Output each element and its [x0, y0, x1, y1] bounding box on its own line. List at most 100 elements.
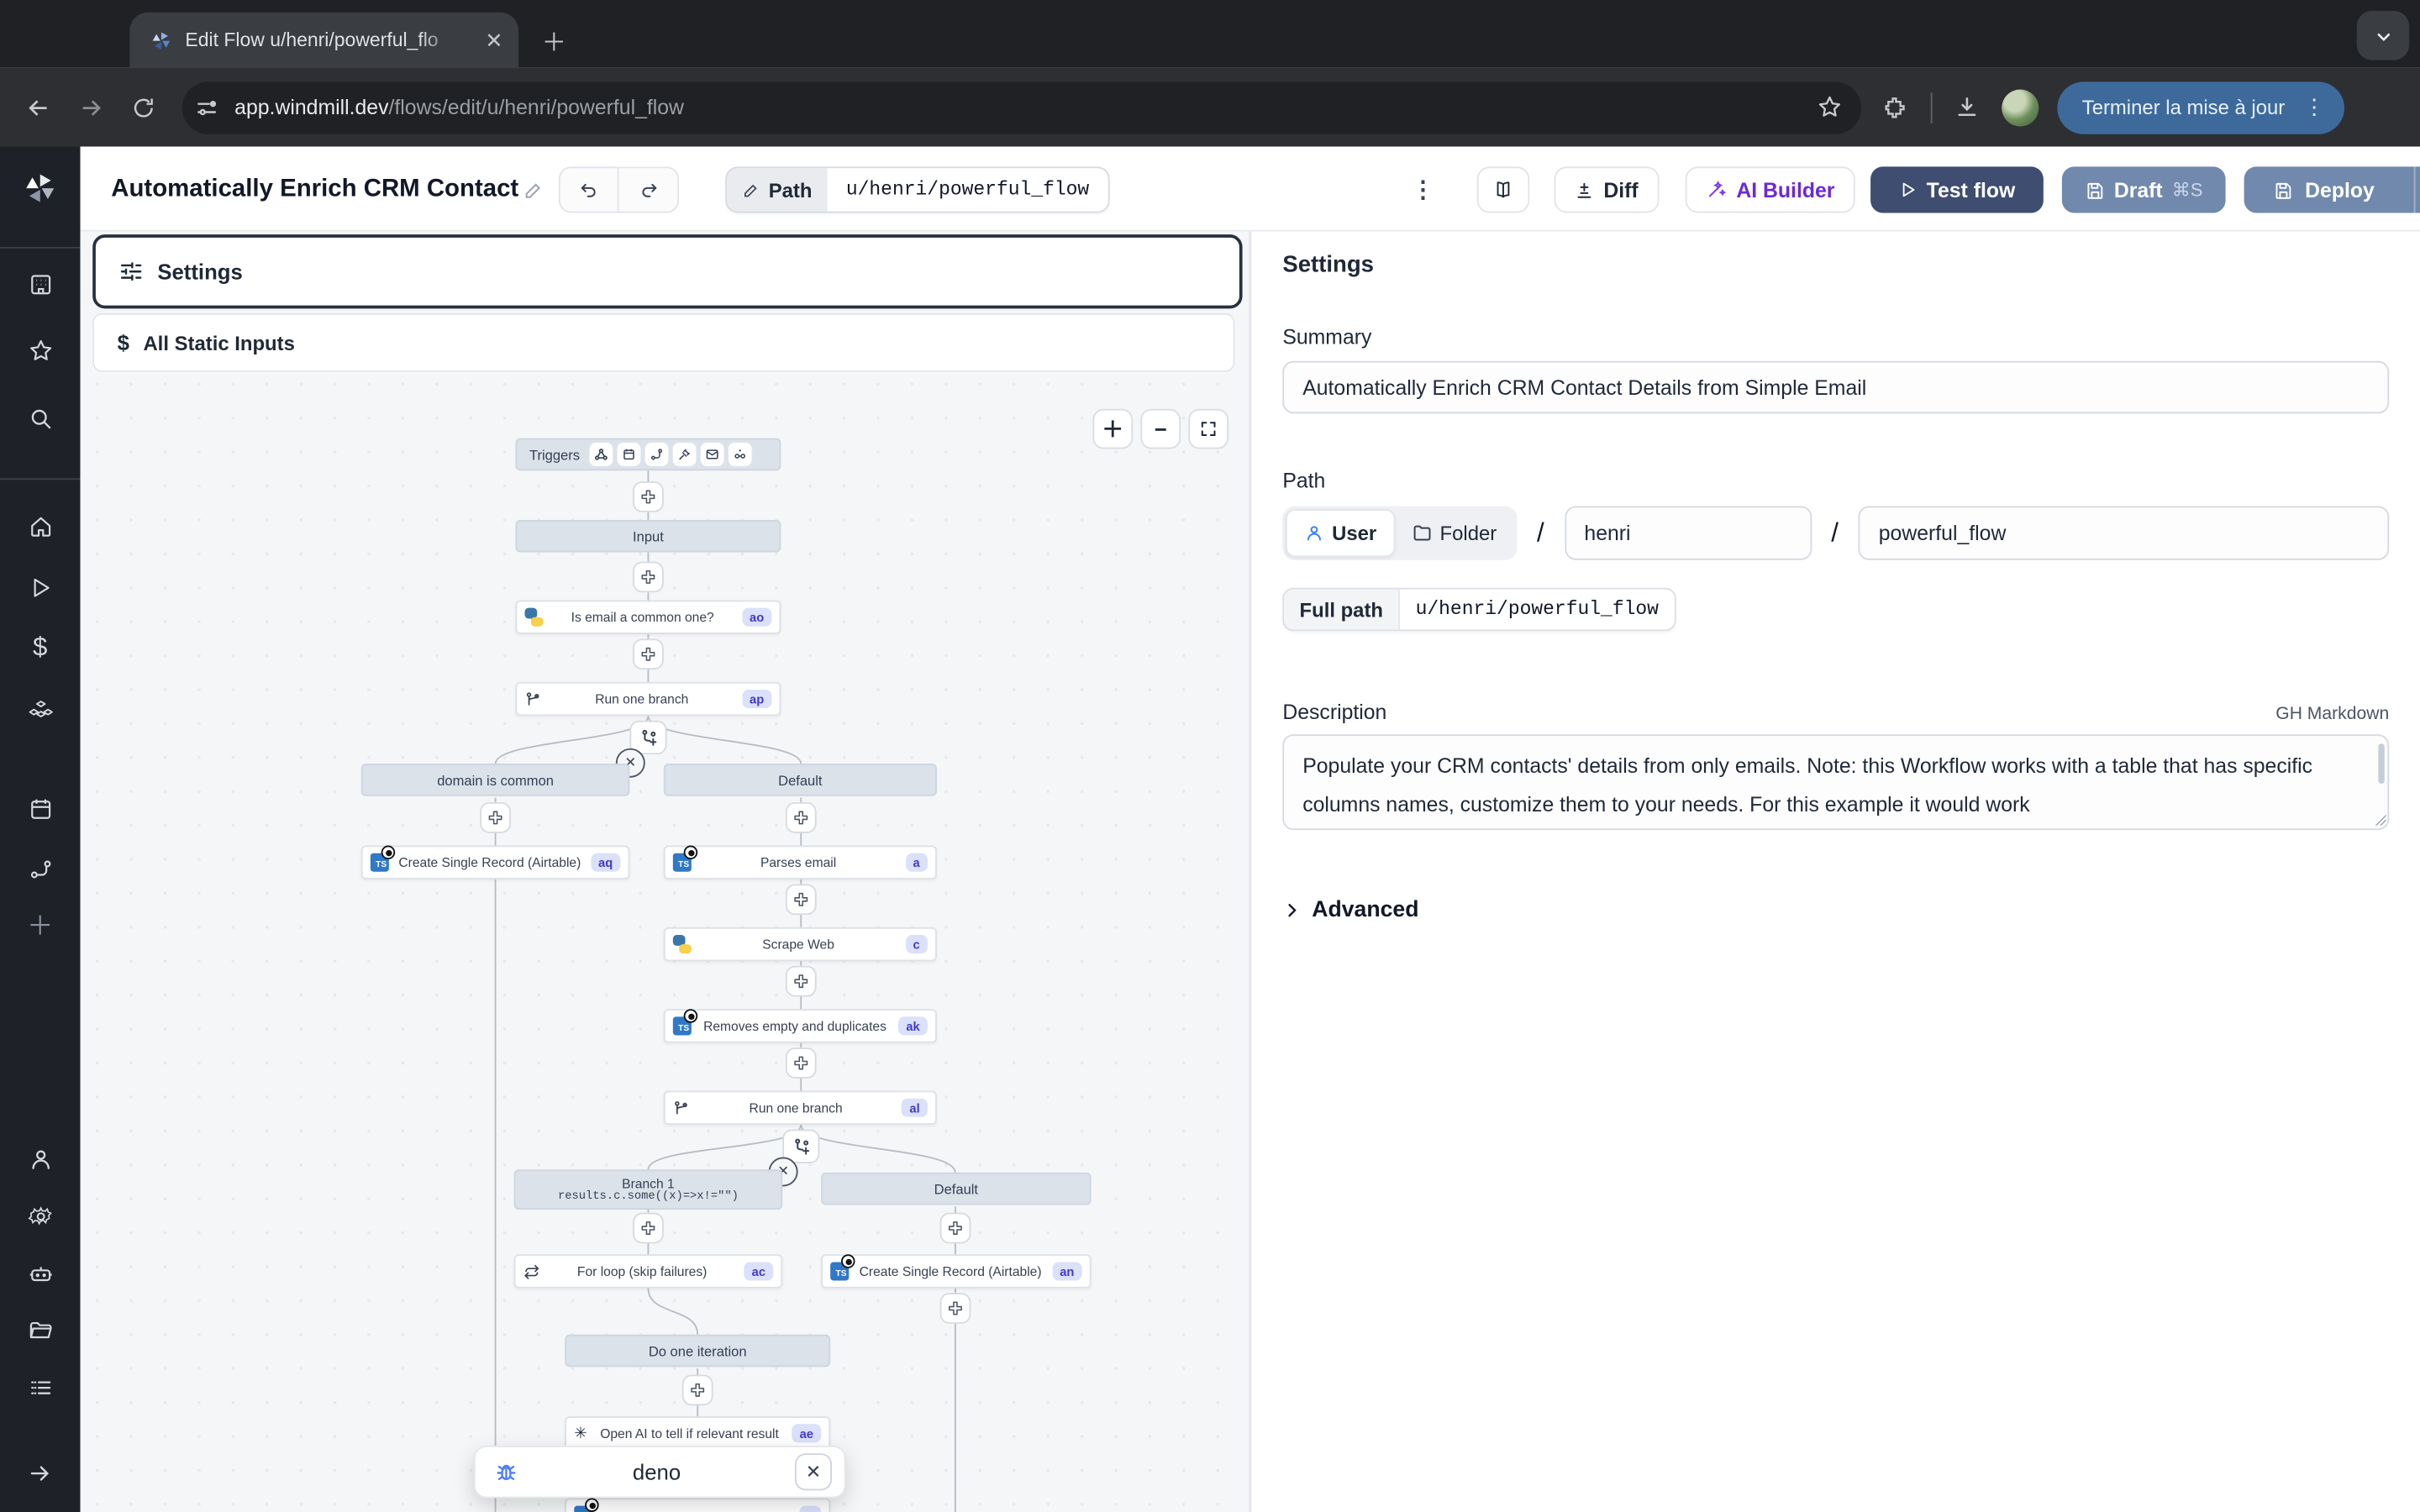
draft-button[interactable]: Draft ⌘S	[2062, 166, 2226, 213]
triggers-node[interactable]: Triggers	[515, 438, 781, 471]
description-textarea[interactable]: Populate your CRM contacts' details from…	[1282, 734, 2389, 830]
sidebar-item-search[interactable]	[0, 395, 81, 441]
browser-tab[interactable]: Edit Flow u/henri/powerful_flo ✕	[129, 13, 518, 68]
browser-update-button[interactable]: Terminer la mise à jour ⋮	[2057, 81, 2344, 133]
step-node-create-record-1[interactable]: TS Create Single Record (Airtable) aq	[361, 846, 630, 879]
add-step-button[interactable]	[633, 638, 664, 669]
sidebar-item-variables[interactable]: $	[0, 625, 81, 671]
step-node-parses-email[interactable]: TS Parses email a	[664, 846, 937, 879]
textarea-scrollbar[interactable]	[2378, 743, 2384, 784]
textarea-resize-grip[interactable]	[2374, 813, 2386, 826]
email-trigger-icon[interactable]	[700, 443, 723, 466]
fit-view-button[interactable]	[1188, 409, 1228, 449]
sidebar-item-logs[interactable]	[0, 1364, 81, 1410]
add-step-button[interactable]	[633, 481, 664, 512]
step-node-run-one-branch-1[interactable]: Run one branch ap	[515, 682, 781, 716]
step-node-scrape-web[interactable]: Scrape Web c	[664, 927, 937, 961]
new-tab-button[interactable]: ＋	[534, 20, 575, 60]
step-node-create-record-2[interactable]: TS Create Single Record (Airtable) an	[821, 1254, 1091, 1288]
zoom-out-button[interactable]: −	[1140, 409, 1181, 449]
tab-close-icon[interactable]: ✕	[485, 29, 503, 51]
sidebar-item-add[interactable]: ＋	[0, 900, 81, 946]
do-one-iteration-node[interactable]: Do one iteration	[565, 1335, 830, 1368]
language-popup[interactable]: deno ✕	[474, 1446, 846, 1498]
input-node[interactable]: Input	[515, 520, 781, 553]
test-flow-button[interactable]: Test flow	[1870, 166, 2044, 213]
url-bar[interactable]: app.windmill.dev/flows/edit/u/henri/powe…	[182, 81, 1861, 133]
add-step-button[interactable]	[786, 884, 817, 915]
webhook-trigger-icon[interactable]	[589, 443, 613, 466]
reload-button[interactable]	[118, 81, 170, 133]
zoom-in-button[interactable]: ＋	[1092, 409, 1133, 449]
back-button[interactable]	[13, 81, 65, 133]
sidebar-item-settings[interactable]	[0, 1193, 81, 1239]
step-node-for-loop[interactable]: For loop (skip failures) ac	[514, 1254, 783, 1288]
websocket-trigger-icon[interactable]	[672, 443, 696, 466]
browser-menu-icon[interactable]: ⋮	[2297, 94, 2331, 120]
branch-header-default-1[interactable]: Default	[664, 764, 937, 796]
add-step-button[interactable]	[786, 802, 817, 833]
deploy-button[interactable]: Deploy	[2244, 166, 2420, 213]
sidebar-item-resources[interactable]	[0, 686, 81, 732]
more-options-icon[interactable]: ⋮	[1407, 166, 1439, 213]
forward-button[interactable]	[65, 81, 117, 133]
sidebar-item-favorites[interactable]	[0, 327, 81, 373]
add-step-button[interactable]	[786, 1047, 817, 1079]
bookmark-star-icon[interactable]	[1817, 94, 1843, 120]
deploy-dropdown[interactable]	[2414, 166, 2420, 213]
add-step-button[interactable]	[940, 1213, 971, 1244]
add-step-button[interactable]	[480, 802, 511, 833]
add-step-button[interactable]	[633, 1213, 664, 1244]
step-node-removes-empty[interactable]: TS Removes empty and duplicates ak	[664, 1009, 937, 1042]
branch-header-domain-is-common[interactable]: domain is common	[361, 764, 630, 796]
sidebar-item-workspace[interactable]	[0, 260, 81, 307]
branch-header-branch-1[interactable]: Branch 1 results.c.some((x)=>x!="")	[514, 1169, 783, 1210]
add-step-button[interactable]	[786, 966, 817, 997]
sidebar-item-home[interactable]	[0, 503, 81, 549]
redo-button[interactable]	[619, 166, 680, 213]
path-chip[interactable]: Path u/henri/powerful_flow	[725, 166, 1109, 213]
undo-button[interactable]	[559, 166, 619, 213]
user-toggle[interactable]: User	[1286, 509, 1395, 557]
play-icon	[1899, 181, 1918, 199]
owner-input[interactable]	[1565, 506, 1812, 559]
download-icon[interactable]	[1954, 94, 1980, 120]
step-id-badge: c	[905, 935, 928, 953]
sidebar-item-workers[interactable]	[0, 1250, 81, 1296]
summary-input[interactable]	[1282, 361, 2389, 413]
extensions-icon[interactable]	[1883, 94, 1909, 120]
flow-name-input[interactable]	[1859, 506, 2389, 559]
tab-search-button[interactable]	[2357, 11, 2409, 60]
add-step-button[interactable]	[682, 1375, 713, 1406]
settings-tab[interactable]: Settings	[92, 234, 1242, 308]
sidebar-item-runs[interactable]	[0, 564, 81, 611]
sidebar-expand-button[interactable]	[0, 1451, 81, 1497]
step-node-is-email[interactable]: Is email a common one? ao	[515, 600, 781, 633]
sidebar-item-user[interactable]	[0, 1136, 81, 1182]
close-icon[interactable]: ✕	[795, 1453, 832, 1490]
schedule-trigger-icon[interactable]	[617, 443, 640, 466]
add-step-button[interactable]	[940, 1293, 971, 1324]
docs-button[interactable]	[1477, 166, 1529, 213]
poll-trigger-icon[interactable]	[728, 443, 751, 466]
branch-header-default-2[interactable]: Default	[821, 1173, 1091, 1205]
sidebar-item-folders[interactable]	[0, 1307, 81, 1353]
ai-builder-button[interactable]: AI Builder	[1686, 166, 1855, 213]
advanced-label: Advanced	[1312, 898, 1418, 922]
profile-avatar[interactable]	[2002, 89, 2039, 126]
diff-button[interactable]: Diff	[1555, 166, 1659, 213]
windmill-logo[interactable]	[0, 165, 81, 212]
advanced-toggle[interactable]: Advanced	[1282, 898, 2389, 922]
deploy-main[interactable]: Deploy	[2244, 178, 2405, 202]
step-node-partial[interactable]: TS	[565, 1498, 830, 1512]
add-step-button[interactable]	[633, 562, 664, 593]
step-node-run-one-branch-2[interactable]: Run one branch al	[664, 1091, 937, 1125]
sidebar-item-routes[interactable]	[0, 846, 81, 892]
flow-title[interactable]: Automatically Enrich CRM Contact	[111, 166, 543, 213]
http-route-trigger-icon[interactable]	[644, 443, 668, 466]
step-id-badge: aq	[591, 853, 621, 872]
flow-canvas[interactable]: ＋ − Triggers Input Is email a common one…	[81, 232, 1250, 1512]
folder-toggle[interactable]: Folder	[1395, 509, 1513, 557]
sidebar-item-schedules[interactable]	[0, 785, 81, 832]
all-static-inputs-tab[interactable]: $ All Static Inputs	[92, 313, 1234, 372]
